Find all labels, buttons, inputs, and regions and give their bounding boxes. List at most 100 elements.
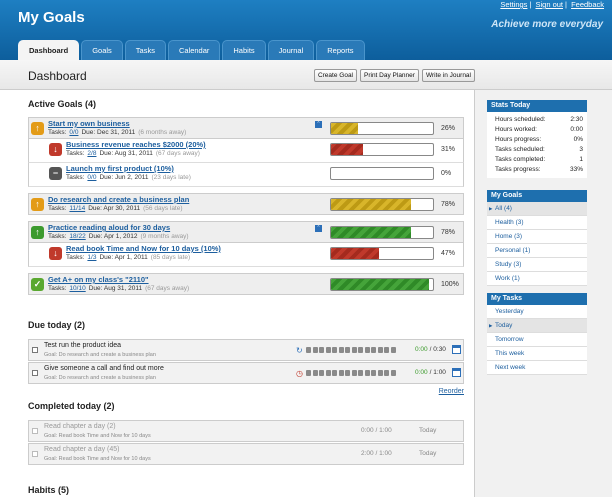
task-time: 2:00 / 1:00: [361, 450, 392, 457]
goal-tasks-info: Tasks: 0/0 Due: Dec 31, 2011 (6 months away…: [48, 129, 186, 136]
tasks-count-link[interactable]: 1/3: [87, 254, 96, 261]
goal-title[interactable]: Launch my first product (10%): [66, 164, 174, 173]
goal-relative-time: (85 days late): [150, 254, 191, 261]
sign-out-link[interactable]: Sign out: [535, 0, 563, 9]
up-arrow-icon[interactable]: ↑: [31, 122, 44, 135]
tab-calendar[interactable]: Calendar: [167, 40, 221, 60]
alarm-icon[interactable]: ◷: [296, 369, 303, 378]
goal-relative-time: (9 months away): [140, 233, 189, 240]
tasks-count-link[interactable]: 18/22: [69, 233, 85, 240]
up-arrow-icon[interactable]: ↑: [31, 198, 44, 211]
repeat-icon[interactable]: ↻: [296, 346, 303, 355]
tasks-count-link[interactable]: 2/8: [87, 150, 96, 157]
my-tasks-item[interactable]: Yesterday: [487, 305, 587, 319]
settings-link[interactable]: Settings: [500, 0, 527, 9]
top-links: Settings | Sign out | Feedback: [500, 0, 604, 9]
down-arrow-icon[interactable]: ↓: [49, 143, 62, 156]
calendar-icon[interactable]: [452, 368, 461, 377]
feedback-link[interactable]: Feedback: [571, 0, 604, 9]
tab-goals[interactable]: Goals: [81, 40, 123, 60]
my-tasks-item[interactable]: This week: [487, 347, 587, 361]
my-tasks-item[interactable]: Today: [487, 319, 587, 333]
tasks-label: Tasks:: [66, 254, 85, 261]
tasks-count-link[interactable]: 10/10: [69, 285, 85, 292]
goal-title[interactable]: Do research and create a business plan: [48, 195, 189, 204]
tab-reports[interactable]: Reports: [316, 40, 365, 60]
goal-row: ↓ Business revenue reaches $2000 (20%) Tas…: [28, 139, 464, 163]
tab-journal[interactable]: Journal: [267, 40, 315, 60]
goal-title[interactable]: Start my own business: [48, 119, 130, 128]
completed-today-list: Read chapter a day (2) Goal: Read book Ti…: [28, 420, 464, 465]
sidebar: Stats Today Hours scheduled: 2:30 Hours wo…: [474, 90, 612, 497]
goal-progress-bar: [330, 167, 434, 180]
task-checkbox[interactable]: [32, 370, 38, 376]
my-tasks-item[interactable]: Tomorrow: [487, 333, 587, 347]
minus-icon[interactable]: −: [49, 167, 62, 180]
goal-progress-bar: [330, 247, 434, 260]
tasks-count-link[interactable]: 11/14: [69, 205, 85, 212]
task-title[interactable]: Read chapter a day (45): [44, 446, 120, 453]
my-goals-item[interactable]: All (4): [487, 202, 587, 216]
due-today-heading: Due today (2): [28, 320, 86, 330]
completed-task-row: Read chapter a day (45) Goal: Read book T…: [28, 443, 464, 465]
write-in-journal-button[interactable]: Write in Journal: [421, 69, 475, 82]
my-tasks-panel: My Tasks YesterdayTodayTomorrowThis week…: [487, 293, 587, 375]
goal-row: − Launch my first product (10%) Tasks: 0/0 D…: [28, 163, 464, 187]
page-bar: Dashboard Create Goal Print Day Planner …: [0, 60, 612, 90]
tagline: Achieve more everyday: [491, 19, 603, 30]
my-tasks-title: My Tasks: [487, 293, 587, 305]
calendar-icon[interactable]: [452, 345, 461, 354]
reorder-link[interactable]: Reorder: [28, 388, 464, 395]
task-title[interactable]: Give someone a call and find out more: [44, 365, 164, 372]
collapse-icon[interactable]: ⌃: [315, 225, 322, 232]
my-goals-item[interactable]: Personal (1): [487, 244, 587, 258]
goal-row: ↑ Start my own business Tasks: 0/0 Due: Dec …: [28, 117, 464, 139]
stat-row: Hours progress: 0%: [487, 135, 587, 145]
time-done: 0:00: [415, 369, 428, 376]
tasks-label: Tasks:: [48, 129, 67, 136]
task-goal: Goal: Do research and create a business …: [44, 352, 156, 358]
goal-title[interactable]: Practice reading aloud for 30 days: [48, 223, 170, 232]
task-day: Today: [419, 450, 437, 457]
goal-relative-time: (67 days away): [155, 150, 200, 157]
my-goals-item[interactable]: Study (3): [487, 258, 587, 272]
my-goals-title: My Goals: [487, 190, 587, 202]
stat-label: Hours scheduled:: [495, 116, 546, 123]
my-tasks-item[interactable]: Next week: [487, 361, 587, 375]
goal-title[interactable]: Read book Time and Now for 10 days (10%): [66, 244, 221, 253]
goal-title[interactable]: Business revenue reaches $2000 (20%): [66, 140, 206, 149]
tab-tasks[interactable]: Tasks: [124, 40, 166, 60]
task-checkbox-checked[interactable]: [32, 428, 38, 434]
check-icon[interactable]: ✓: [31, 278, 44, 291]
tab-dashboard[interactable]: Dashboard: [18, 40, 80, 60]
tab-habits[interactable]: Habits: [222, 40, 266, 60]
create-goal-button[interactable]: Create Goal: [313, 69, 357, 82]
tasks-count-link[interactable]: 0/0: [69, 129, 78, 136]
goal-row: ↑ Practice reading aloud for 30 days Tasks…: [28, 221, 464, 243]
print-day-planner-button[interactable]: Print Day Planner: [360, 69, 419, 82]
stat-label: Hours worked:: [495, 126, 537, 133]
down-arrow-icon[interactable]: ↓: [49, 247, 62, 260]
tasks-count-link[interactable]: 0/0: [87, 174, 96, 181]
goal-title[interactable]: Get A+ on my class's "2110": [48, 275, 149, 284]
task-goal: Goal: Do research and create a business …: [44, 375, 156, 381]
collapse-icon[interactable]: ⌃: [315, 121, 322, 128]
time-blocks[interactable]: [306, 347, 396, 353]
task-title[interactable]: Test run the product idea: [44, 342, 121, 349]
my-goals-item[interactable]: Health (3): [487, 216, 587, 230]
task-title[interactable]: Read chapter a day (2): [44, 423, 116, 430]
task-checkbox-checked[interactable]: [32, 451, 38, 457]
stats-today-panel: Stats Today Hours scheduled: 2:30 Hours wo…: [487, 100, 587, 178]
page-title: Dashboard: [28, 69, 87, 83]
my-goals-item[interactable]: Home (3): [487, 230, 587, 244]
goal-due-date: Due: Apr 1, 2012: [88, 233, 138, 240]
my-goals-item[interactable]: Work (1): [487, 272, 587, 286]
stat-label: Tasks scheduled:: [495, 146, 545, 153]
task-checkbox[interactable]: [32, 347, 38, 353]
stat-row: Hours worked: 0:00: [487, 125, 587, 135]
due-today-list: Test run the product idea Goal: Do resear…: [28, 339, 464, 384]
stat-row: Hours scheduled: 2:30: [487, 115, 587, 125]
up-arrow-icon[interactable]: ↑: [31, 226, 44, 239]
time-blocks[interactable]: [306, 370, 396, 376]
goal-progress-bar: [330, 143, 434, 156]
